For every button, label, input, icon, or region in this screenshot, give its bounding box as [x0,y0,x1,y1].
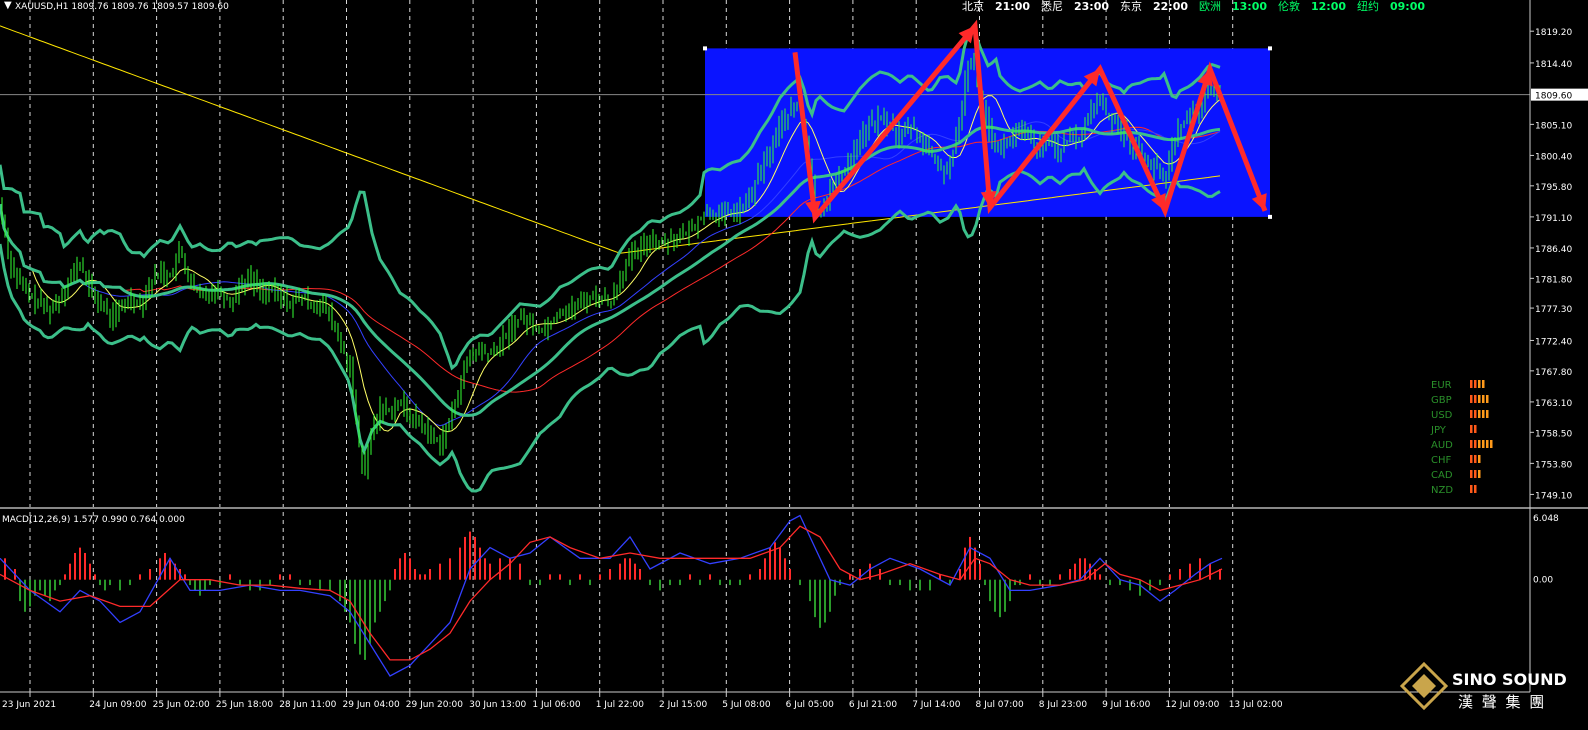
strength-bar [1474,470,1477,478]
logo-brand-text: SINO SOUND [1452,670,1567,689]
time-tick-label: 8 Jul 23:00 [1039,700,1088,710]
session-city: 欧洲 [1199,0,1221,13]
strength-bar [1474,380,1477,388]
time-tick-label: 8 Jul 07:00 [976,700,1025,710]
price-tick-label: 1791.10 [1535,214,1572,224]
price-tick-label: 1800.40 [1535,152,1572,162]
time-tick-label: 7 Jul 14:00 [912,700,961,710]
price-tick-label: 1767.80 [1535,368,1572,378]
macd-tick-label: 6.048 [1533,514,1559,524]
time-tick-label: 13 Jul 02:00 [1229,700,1283,710]
strength-bar [1470,395,1473,403]
range-box-handle[interactable] [1268,46,1272,51]
time-tick-label: 12 Jul 09:00 [1165,700,1219,710]
logo-chinese-text: 漢 聲 集 團 [1458,693,1546,711]
strength-bar [1474,395,1477,403]
time-tick-label: 29 Jun 04:00 [343,700,400,710]
strength-bar [1474,425,1477,433]
session-city: 纽约 [1357,0,1379,13]
price-tick-label: 1763.10 [1535,399,1572,409]
time-tick-label: 23 Jun 2021 [2,700,56,710]
price-tick-label: 1814.40 [1535,60,1572,70]
strength-bar [1478,410,1481,418]
currency-code: CHF [1431,455,1452,466]
price-tick-label: 1749.10 [1535,491,1572,501]
time-tick-label: 25 Jun 18:00 [216,700,273,710]
range-box-handle[interactable] [703,46,707,51]
time-tick-label: 9 Jul 16:00 [1102,700,1151,710]
session-time: 23:00 [1074,0,1109,13]
strength-bar [1470,485,1473,493]
currency-code: EUR [1431,380,1452,391]
time-tick-label: 6 Jul 05:00 [786,700,835,710]
strength-bar [1474,455,1477,463]
strength-bar [1474,440,1477,448]
session-time: 21:00 [995,0,1030,13]
session-time: 13:00 [1232,0,1267,13]
time-tick-label: 5 Jul 08:00 [722,700,771,710]
macd-label: MACD(12,26,9) 1.577 0.990 0.764 0.000 [2,515,185,525]
currency-code: CAD [1431,470,1453,481]
strength-bar [1482,410,1485,418]
strength-bar [1478,395,1481,403]
currency-code: GBP [1431,395,1452,406]
strength-bar [1478,380,1481,388]
price-tick-label: 1772.40 [1535,337,1572,347]
time-tick-label: 30 Jun 13:00 [469,700,526,710]
currency-code: AUD [1431,440,1453,451]
session-city: 东京 [1120,0,1142,13]
strength-bar [1486,410,1489,418]
time-tick-label: 2 Jul 15:00 [659,700,708,710]
session-city: 伦敦 [1278,0,1300,13]
time-tick-label: 1 Jul 22:00 [596,700,645,710]
time-tick-label: 25 Jun 02:00 [153,700,210,710]
price-tick-label: 1786.40 [1535,245,1572,255]
strength-bar [1490,440,1493,448]
strength-bar [1474,485,1477,493]
strength-bar [1470,425,1473,433]
strength-bar [1478,440,1481,448]
strength-bar [1474,410,1477,418]
time-tick-label: 24 Jun 09:00 [89,700,146,710]
trading-chart: 1819.20 1814.40 1809.60 1805.10 1800.40 1795.… [0,0,1588,726]
current-price-label: 1809.60 [1535,92,1572,102]
strength-bar [1478,470,1481,478]
strength-bar [1482,395,1485,403]
price-tick-label: 1781.80 [1535,275,1572,285]
price-tick-label: 1758.50 [1535,429,1572,439]
session-city: 悉尼 [1041,0,1063,13]
currency-code: JPY [1430,425,1447,436]
currency-code: USD [1431,410,1453,421]
time-tick-label: 29 Jun 20:00 [406,700,463,710]
time-tick-label: 28 Jun 11:00 [279,700,336,710]
strength-bar [1482,380,1485,388]
symbol-info: XAUUSD,H1 1809.76 1809.76 1809.57 1809.6… [15,2,229,12]
strength-bar [1486,440,1489,448]
session-city: 北京 [962,0,984,13]
session-time: 09:00 [1390,0,1425,13]
price-tick-label: 1819.20 [1535,28,1572,38]
strength-bar [1486,395,1489,403]
price-tick-label: 1777.30 [1535,305,1572,315]
session-time: 12:00 [1311,0,1346,13]
strength-bar [1470,410,1473,418]
strength-bar [1478,455,1481,463]
time-tick-label: 1 Jul 06:00 [532,700,581,710]
strength-bar [1470,455,1473,463]
strength-bar [1470,440,1473,448]
strength-bar [1482,440,1485,448]
range-box-handle[interactable] [1268,214,1272,219]
session-time: 22:00 [1153,0,1188,13]
dropdown-triangle-icon[interactable]: ▼ [4,0,12,11]
strength-bar [1470,470,1473,478]
currency-code: NZD [1431,485,1453,496]
price-tick-label: 1795.80 [1535,183,1572,193]
price-tick-label: 1805.10 [1535,121,1572,131]
price-tick-label: 1753.80 [1535,460,1572,470]
strength-bar [1470,380,1473,388]
chart-svg: 1819.20 1814.40 1809.60 1805.10 1800.40 1795.… [0,0,1588,726]
macd-tick-label: 0.00 [1533,576,1553,586]
time-tick-label: 6 Jul 21:00 [849,700,898,710]
